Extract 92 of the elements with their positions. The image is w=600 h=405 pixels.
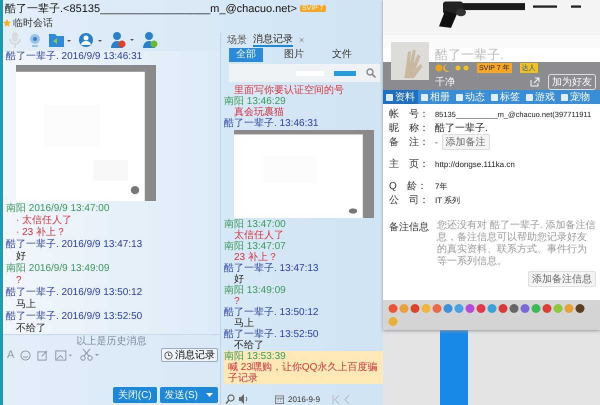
- profile-tab[interactable]: 相册: [418, 90, 453, 104]
- sender-timestamp: 酷了一辈子. 13:46:31: [224, 118, 320, 129]
- calendar-icon[interactable]: [275, 394, 284, 404]
- sender-timestamp: 酷了一辈子. 2016/9/9 13:47:13: [6, 239, 144, 251]
- message-text: ?: [234, 296, 241, 307]
- sender-timestamp: 南阳 13:47:00: [224, 219, 287, 230]
- message-text: · 23 补上？: [15, 227, 68, 238]
- history-divider: 以上是历史消息: [76, 334, 146, 348]
- edit-icon[interactable]: [37, 350, 48, 360]
- message-text: 不给了: [234, 340, 265, 351]
- sender-timestamp: 酷了一辈子. 13:50:12: [224, 307, 320, 318]
- message-text: 好: [16, 251, 27, 263]
- sender-timestamp: 酷了一辈子. 13:47:13: [224, 263, 320, 274]
- search-button[interactable]: [334, 70, 356, 76]
- window-title: 酷了一辈子.<85135__________________m_@chacuo.net>: [5, 2, 297, 16]
- search-icon[interactable]: [366, 68, 376, 78]
- tab-icon: [421, 94, 428, 100]
- history-button[interactable]: 消息记录: [161, 348, 218, 362]
- level-icons-drawing: [435, 64, 469, 72]
- image-icon[interactable]: [54, 350, 74, 360]
- session-type: 临时会话: [13, 16, 53, 30]
- sender-timestamp: 南阳 13:46:29: [224, 96, 287, 107]
- caret-icon[interactable]: [206, 393, 213, 397]
- field-label: 主 页：: [389, 158, 430, 171]
- search-icon[interactable]: [225, 394, 235, 404]
- close-tab-button[interactable]: ×: [299, 35, 304, 45]
- close-button[interactable]: 关闭(C): [112, 387, 157, 403]
- sender-timestamp: 酷了一辈子. 2016/9/9 13:46:31: [6, 51, 144, 63]
- panel-tab[interactable]: 场景: [227, 34, 247, 46]
- sender-timestamp: 南阳 13:47:07: [224, 241, 287, 252]
- profile-tab[interactable]: 动态: [453, 90, 488, 104]
- profile-tab[interactable]: 资料: [383, 90, 418, 104]
- folder-icon[interactable]: [49, 33, 71, 47]
- field-value: 酷了一辈子.: [435, 122, 488, 135]
- date-label: 2016-9-9: [288, 394, 320, 404]
- font-button[interactable]: A: [7, 349, 14, 361]
- add-remark-button[interactable]: 添加备注: [442, 134, 490, 150]
- message-text: 真会玩裹猫: [234, 107, 285, 118]
- panel-tab[interactable]: 消息记录: [253, 34, 293, 46]
- tab-icon: [456, 94, 463, 100]
- emoji-icon[interactable]: [20, 350, 32, 360]
- message-text: ?: [16, 275, 23, 287]
- message-text: 马上: [16, 299, 36, 311]
- field-value: IT 系列: [435, 194, 460, 206]
- note-text: 您还没有对 酷了一辈子. 添加备注信息，备注信息可以帮助您记录好友的真实资料、联系方式、事件行为等一系列信息。: [437, 220, 596, 268]
- speaker-icon[interactable]: [239, 394, 249, 404]
- field-label: 帐 号：: [389, 108, 430, 121]
- share-icon[interactable]: [530, 76, 540, 86]
- note-label: 备注信息: [389, 220, 429, 235]
- scissors-icon[interactable]: [80, 349, 100, 361]
- send-button[interactable]: 发送(S): [160, 387, 218, 403]
- signature: 千净: [435, 76, 456, 88]
- add-contact-icon[interactable]: [143, 32, 158, 48]
- message-text: 23 补上？: [234, 252, 279, 263]
- message-text: 马上: [234, 318, 254, 329]
- tab-icon: [386, 94, 393, 100]
- field-value: http://dongse.111ka.cn: [435, 160, 515, 168]
- field-label: 备 注：: [389, 136, 430, 149]
- sender-timestamp: 南阳 2016/9/9 13:49:09: [6, 263, 110, 275]
- profile-tab[interactable]: 标签: [488, 90, 523, 104]
- filter-tab[interactable]: 图片: [277, 48, 311, 62]
- contact-icon[interactable]: [79, 33, 103, 47]
- message-text: · 太信任人了: [15, 215, 74, 226]
- sender-timestamp: 酷了一辈子. 2016/9/9 13:52:50: [6, 311, 144, 323]
- profile-name: 酷了一辈子.: [434, 48, 505, 62]
- tab-icon: [561, 94, 568, 100]
- add-note-button[interactable]: 添加备注信息: [528, 271, 596, 287]
- profile-tab[interactable]: 宠物: [558, 90, 593, 104]
- tab-icon: [491, 94, 498, 100]
- filter-tab[interactable]: 全部: [229, 48, 263, 62]
- remove-contact-icon[interactable]: [111, 32, 135, 48]
- clock-icon: [164, 350, 173, 360]
- message-text: 里面写你要认证空间的号: [234, 85, 345, 96]
- field-label: Q 龄：: [389, 180, 428, 193]
- sender-timestamp: 南阳 13:49:09: [224, 285, 287, 296]
- field-label: 昵 称：: [389, 122, 430, 135]
- sender-timestamp: 南阳 13:53:39: [224, 351, 286, 362]
- message-text: 好: [234, 274, 245, 285]
- filter-tab[interactable]: 文件: [325, 48, 359, 62]
- field-value: -: [435, 138, 438, 146]
- profile-tab[interactable]: 游戏: [523, 90, 558, 104]
- sender-timestamp: 酷了一辈子. 2016/9/9 13:50:12: [6, 287, 144, 298]
- field-value: 7年: [435, 180, 448, 192]
- star-icon: [3, 19, 11, 27]
- field-label: 公 司：: [389, 194, 430, 207]
- message-text: 太信任人了: [234, 230, 285, 241]
- message-text: 不给了: [15, 323, 47, 334]
- camera-icon[interactable]: [29, 33, 41, 47]
- sender-timestamp: 南阳 2016/9/9 13:47:00: [6, 203, 110, 214]
- message-text: 喊 23嘿购，让你QQ永久上百度骗子记录: [227, 362, 378, 384]
- sender-timestamp: 酷了一辈子. 13:52:50: [224, 329, 320, 340]
- tab-icon: [526, 94, 533, 100]
